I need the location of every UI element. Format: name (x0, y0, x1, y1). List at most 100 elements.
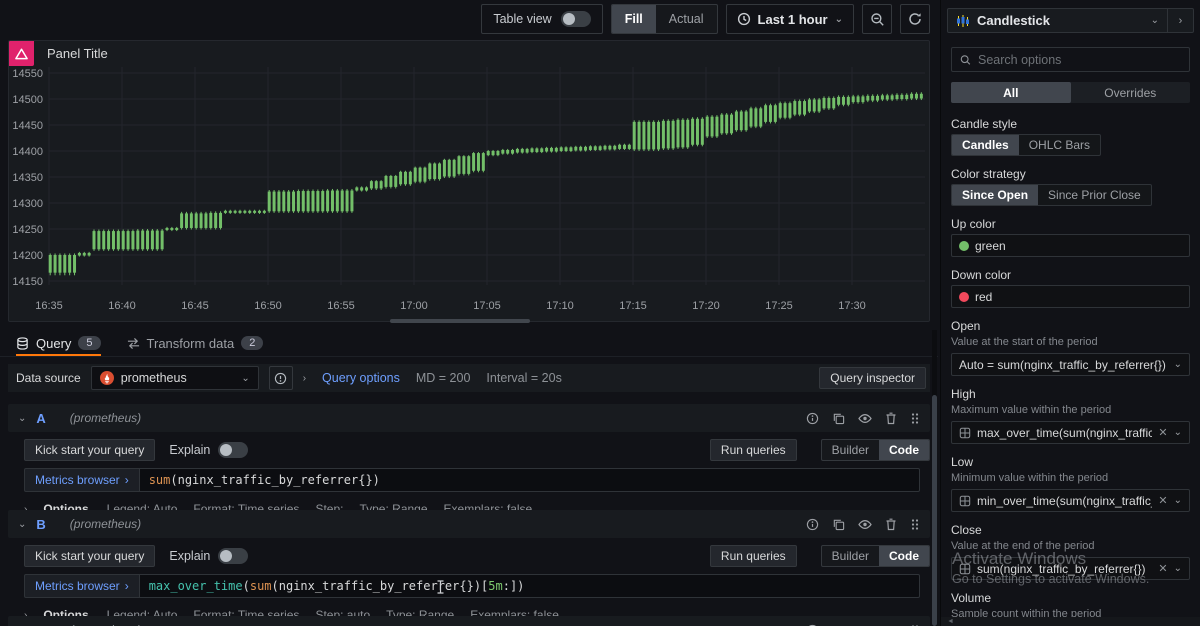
builder-code-segmented: Builder Code (821, 439, 930, 461)
svg-text:14250: 14250 (12, 224, 43, 236)
duplicate-query-icon[interactable] (832, 412, 845, 425)
code-button[interactable]: Code (879, 440, 929, 460)
tab-overrides[interactable]: Overrides (1071, 82, 1191, 103)
query-inspector-button[interactable]: Query inspector (819, 367, 926, 389)
remove-query-icon[interactable] (885, 412, 897, 425)
collapse-icon[interactable]: ⌄ (18, 413, 26, 424)
kick-start-query-button[interactable]: Kick start your query (24, 545, 155, 567)
query-a-header[interactable]: ⌄ A (prometheus) (8, 404, 930, 432)
since-open-option[interactable]: Since Open (952, 185, 1038, 205)
table-view-toggle-group[interactable]: Table view (481, 4, 602, 34)
duplicate-query-icon[interactable] (832, 518, 845, 531)
low-field-select[interactable]: min_over_time(sum(nginx_traffic_by_r... … (951, 489, 1190, 512)
panel-title[interactable]: Panel Title (47, 41, 108, 66)
table-view-switch[interactable] (561, 11, 591, 27)
svg-text:14550: 14550 (12, 68, 43, 80)
candlestick-chart[interactable]: 1415014200142501430014350144001445014500… (9, 67, 929, 321)
fill-button[interactable]: Fill (612, 5, 656, 33)
collapse-options-pane-button[interactable]: › (1168, 8, 1194, 33)
open-field-select[interactable]: Auto = sum(nginx_traffic_by_referrer{}) … (951, 353, 1190, 376)
remove-query-icon[interactable] (885, 518, 897, 531)
since-prior-close-option[interactable]: Since Prior Close (1038, 185, 1151, 205)
explain-switch[interactable] (218, 548, 248, 564)
code-button[interactable]: Code (879, 546, 929, 566)
drag-handle-icon[interactable] (910, 412, 920, 425)
candle-style-label: Candle style (951, 117, 1190, 131)
query-b-body: Kick start your query Explain Run querie… (8, 538, 930, 626)
svg-text:17:10: 17:10 (546, 300, 574, 312)
help-circle-icon (274, 372, 287, 385)
actual-button[interactable]: Actual (656, 5, 717, 33)
chevron-down-icon: ⌄ (1174, 495, 1182, 506)
query-options-link[interactable]: Query options (322, 371, 400, 385)
high-field-desc: Maximum value within the period (951, 404, 1190, 417)
horizontal-scrollbar-thumb[interactable] (390, 319, 530, 323)
editor-scrollbar-thumb[interactable] (932, 395, 937, 626)
svg-text:17:05: 17:05 (473, 300, 501, 312)
metrics-browser-button[interactable]: Metrics browser › (24, 468, 139, 492)
options-sidebar: Candlestick ⌄ › All Overrides Candle sty… (940, 0, 1200, 626)
svg-text:16:35: 16:35 (35, 300, 63, 312)
datasource-select[interactable]: prometheus ⌄ (91, 366, 259, 390)
close-field-select[interactable]: sum(nginx_traffic_by_referrer{}) ✕ ⌄ (951, 557, 1190, 580)
high-field-value: max_over_time(sum(nginx_traffic_by_... (977, 426, 1152, 440)
tab-transform-data[interactable]: Transform data 2 (127, 330, 264, 356)
query-b-header[interactable]: ⌄ B (prometheus) (8, 510, 930, 538)
chevron-down-icon: ⌄ (1151, 15, 1159, 26)
builder-button[interactable]: Builder (822, 440, 879, 460)
metrics-browser-button[interactable]: Metrics browser › (24, 574, 139, 598)
clear-icon[interactable]: ✕ (1158, 426, 1167, 439)
open-field-desc: Value at the start of the period (951, 336, 1190, 349)
drag-handle-icon[interactable] (910, 518, 920, 531)
search-input[interactable] (978, 53, 1181, 67)
color-strategy-radio: Since Open Since Prior Close (951, 184, 1152, 206)
svg-text:16:45: 16:45 (181, 300, 209, 312)
panel: Panel Title 1415014200142501430014350144… (8, 40, 930, 322)
high-field-select[interactable]: max_over_time(sum(nginx_traffic_by_... ✕… (951, 421, 1190, 444)
explain-toggle-group[interactable]: Explain (169, 548, 248, 564)
editor-scrollbar-track[interactable] (932, 330, 937, 626)
sidebar-hscrollbar[interactable]: ◄ (941, 617, 1200, 626)
warning-triangle-icon (14, 47, 29, 61)
datasource-help-button[interactable] (269, 366, 293, 390)
builder-button[interactable]: Builder (822, 546, 879, 566)
toggle-visibility-icon[interactable] (858, 412, 872, 425)
datasource-row: Data source prometheus ⌄ › Query options… (8, 364, 930, 392)
refresh-button[interactable] (900, 4, 930, 34)
query-b-expression-input[interactable]: max_over_time(sum(nginx_traffic_by_refer… (139, 574, 920, 598)
open-field-section: Open Value at the start of the period Au… (951, 319, 1190, 376)
tab-all[interactable]: All (951, 82, 1071, 103)
down-color-select[interactable]: red (951, 285, 1190, 308)
candles-option[interactable]: Candles (952, 135, 1019, 155)
clear-icon[interactable]: ✕ (1158, 562, 1167, 575)
ohlc-bars-option[interactable]: OHLC Bars (1019, 135, 1100, 155)
run-queries-button[interactable]: Run queries (710, 545, 797, 567)
query-c-header[interactable]: ⌄ C (prometheus) (8, 616, 930, 626)
zoom-out-button[interactable] (862, 4, 892, 34)
explain-switch[interactable] (218, 442, 248, 458)
toggle-visibility-icon[interactable] (858, 518, 872, 531)
low-field-section: Low Minimum value within the period min_… (951, 455, 1190, 512)
run-queries-button[interactable]: Run queries (710, 439, 797, 461)
kick-start-query-button[interactable]: Kick start your query (24, 439, 155, 461)
query-help-icon[interactable] (806, 518, 819, 531)
query-a-expression-input[interactable]: sum(nginx_traffic_by_referrer{}) (139, 468, 920, 492)
candlestick-panel-icon (956, 14, 970, 28)
collapse-icon[interactable]: ⌄ (18, 519, 26, 530)
query-a-toolbar: Kick start your query Explain Run querie… (24, 439, 930, 461)
explain-toggle-group[interactable]: Explain (169, 442, 248, 458)
time-range-picker[interactable]: Last 1 hour ⌄ (726, 4, 854, 34)
query-options-summary[interactable]: › Query options MD = 200 Interval = 20s (303, 371, 562, 385)
down-color-dot (959, 292, 969, 302)
panel-warning-corner[interactable] (9, 41, 34, 66)
clear-icon[interactable]: ✕ (1158, 494, 1167, 507)
tab-query[interactable]: Query 5 (16, 330, 101, 356)
panel-type-select[interactable]: Candlestick ⌄ (947, 8, 1168, 33)
datasource-value: prometheus (121, 371, 235, 385)
up-color-select[interactable]: green (951, 234, 1190, 257)
low-field-desc: Minimum value within the period (951, 472, 1190, 485)
options-search[interactable] (951, 47, 1190, 72)
up-color-value: green (975, 239, 1182, 253)
text-cursor-icon (436, 580, 445, 594)
query-help-icon[interactable] (806, 412, 819, 425)
